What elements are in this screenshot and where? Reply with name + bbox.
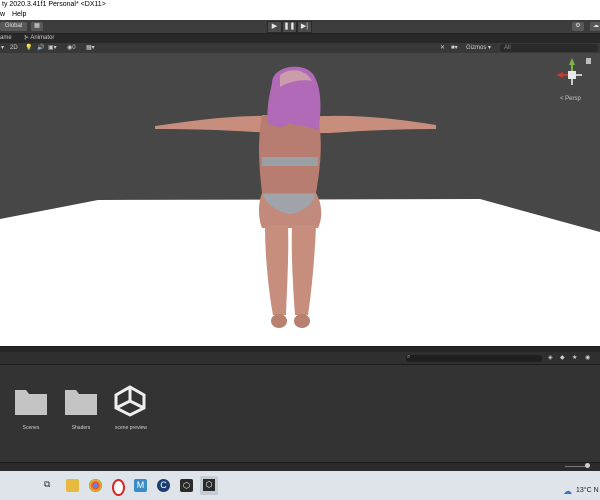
- asset-shaders-folder[interactable]: [64, 386, 98, 416]
- task-view-icon[interactable]: ⧉: [44, 479, 57, 492]
- scene-canvas[interactable]: [0, 53, 600, 346]
- unity-logo-icon: [114, 385, 146, 417]
- orientation-gizmo[interactable]: [556, 58, 591, 85]
- asset-scene-preview[interactable]: [112, 384, 148, 418]
- gizmo-center-cube[interactable]: [568, 71, 576, 79]
- camera-icon[interactable]: ■▾: [451, 44, 458, 52]
- gizmo-y-axis[interactable]: [569, 58, 575, 65]
- weather-text[interactable]: 13°C N: [576, 487, 599, 494]
- mode-2d-button[interactable]: 2D: [10, 44, 18, 52]
- filter-icon[interactable]: ◈: [548, 354, 553, 361]
- gizmos-dropdown[interactable]: Gizmos ▾: [466, 44, 491, 52]
- window-title: ty 2020.3.41f1 Personal* <DX11>: [2, 1, 106, 8]
- gizmo-x-axis[interactable]: [556, 72, 563, 78]
- opera-icon[interactable]: [112, 479, 125, 496]
- folder-icon: [65, 390, 97, 415]
- global-toggle-button[interactable]: Global: [0, 22, 27, 31]
- asset-label-shaders: Shaders: [71, 425, 91, 431]
- search-icon: ⌕: [407, 354, 411, 360]
- tab-animator[interactable]: ⊱ Animator: [24, 34, 54, 43]
- folder-icon: [15, 390, 47, 415]
- file-explorer-icon[interactable]: [66, 479, 79, 492]
- animator-icon: ⊱: [24, 35, 30, 41]
- menu-help[interactable]: Help: [12, 11, 26, 18]
- main-toolbar: Global ▦ ▶ ❚❚ ▶| ⚙ ☁: [0, 20, 600, 34]
- unity-icon: ⬡: [203, 479, 215, 491]
- menu-window[interactable]: w: [0, 11, 5, 18]
- effects-icon[interactable]: ▣▾: [48, 44, 57, 52]
- step-button[interactable]: ▶|: [297, 21, 312, 33]
- asset-label-scene-preview: scene preview: [115, 425, 147, 431]
- window-title-bar: ty 2020.3.41f1 Personal* <DX11>: [0, 0, 600, 11]
- c-app-icon[interactable]: C: [157, 479, 170, 492]
- draw-mode-icon[interactable]: ▾: [1, 44, 4, 52]
- tab-scene[interactable]: ame: [0, 34, 12, 43]
- weather-cloud-icon: ☁: [563, 486, 572, 496]
- hidden-packages-icon[interactable]: ◉: [585, 354, 590, 361]
- projection-label[interactable]: < Persp: [560, 96, 581, 102]
- audio-icon[interactable]: 🔊: [37, 44, 44, 52]
- view-tabs: ame ⊱ Animator: [0, 34, 600, 43]
- unity-editor-taskbar-button[interactable]: ⬡: [200, 476, 218, 495]
- icon-size-slider-handle[interactable]: [585, 463, 590, 468]
- scene-view[interactable]: [0, 53, 600, 346]
- play-icon: ▶: [271, 23, 278, 30]
- services-button[interactable]: ⚙: [572, 22, 584, 31]
- asset-scenes-folder[interactable]: [14, 386, 48, 416]
- hidden-objects-icon[interactable]: ◉0: [67, 44, 76, 52]
- chrome-icon[interactable]: [89, 479, 102, 492]
- unity-hub-icon[interactable]: ⬡: [180, 479, 193, 492]
- global-label: Global: [4, 23, 23, 29]
- cloud-icon: ☁: [593, 23, 599, 29]
- tools-icon[interactable]: ✕: [440, 44, 445, 52]
- windows-taskbar: ⧉ M C ⬡ ⬡: [0, 471, 600, 500]
- project-assets-area: Scenes Shaders scene preview: [0, 365, 600, 462]
- gizmos-label: Gizmos: [466, 45, 487, 51]
- asset-label-scenes: Scenes: [22, 425, 40, 431]
- lighting-icon[interactable]: 💡: [25, 44, 32, 52]
- menu-bar: w Help: [0, 11, 600, 20]
- scene-search-placeholder: All: [504, 45, 511, 51]
- pause-button[interactable]: ❚❚: [282, 21, 297, 33]
- cloud-button[interactable]: ☁: [590, 22, 600, 31]
- grid-snap-button[interactable]: ▦: [31, 22, 43, 31]
- pause-icon: ❚❚: [283, 23, 296, 30]
- play-button[interactable]: ▶: [267, 21, 282, 33]
- scene-search-input[interactable]: All: [500, 44, 598, 52]
- favorite-icon[interactable]: ★: [572, 354, 577, 361]
- gear-icon: ⚙: [575, 23, 581, 29]
- project-search-input[interactable]: ⌕: [406, 354, 542, 362]
- grid-icon: ▦: [34, 23, 40, 29]
- grid-toggle-icon[interactable]: ▦▾: [86, 44, 95, 52]
- lock-icon[interactable]: [586, 58, 591, 64]
- tab-animator-label: Animator: [30, 35, 55, 41]
- step-icon: ▶|: [300, 23, 309, 30]
- label-icon[interactable]: ◆: [560, 354, 565, 361]
- m-app-icon[interactable]: M: [134, 479, 147, 492]
